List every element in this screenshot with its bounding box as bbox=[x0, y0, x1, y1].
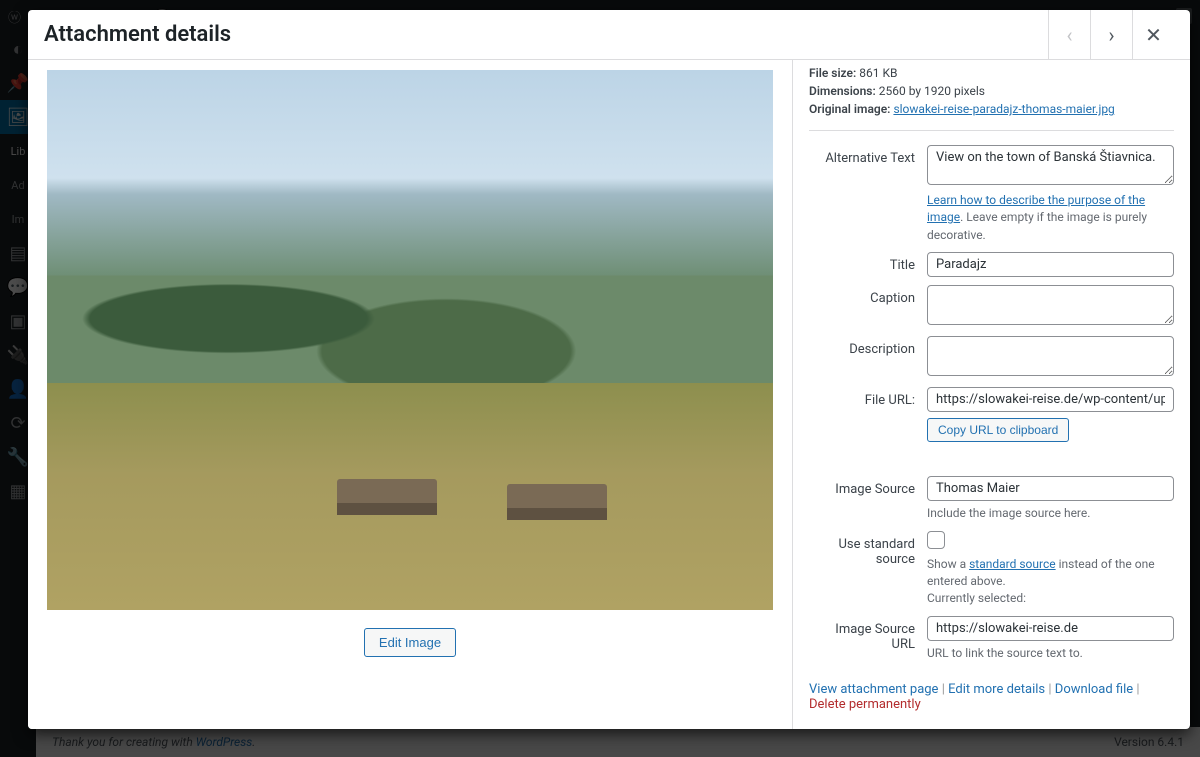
copy-url-button[interactable]: Copy URL to clipboard bbox=[927, 418, 1069, 442]
chevron-right-icon: › bbox=[1108, 23, 1114, 47]
image-source-input[interactable] bbox=[927, 476, 1174, 501]
view-attachment-link[interactable]: View attachment page bbox=[809, 682, 938, 697]
image-source-url-help: URL to link the source text to. bbox=[927, 645, 1174, 662]
bench-shape bbox=[507, 484, 607, 520]
description-label: Description bbox=[809, 336, 927, 357]
original-image-meta: Original image: slowakei-reise-paradajz-… bbox=[809, 100, 1174, 118]
file-url-input[interactable] bbox=[927, 387, 1174, 412]
bench-shape bbox=[337, 479, 437, 515]
standard-source-help: Show a standard source instead of the on… bbox=[927, 556, 1174, 608]
caption-label: Caption bbox=[809, 285, 927, 306]
caption-input[interactable] bbox=[927, 285, 1174, 325]
image-source-label: Image Source bbox=[809, 476, 927, 497]
attachment-details-pane: File size: 861 KB Dimensions: 2560 by 19… bbox=[792, 60, 1190, 729]
edit-more-details-link[interactable]: Edit more details bbox=[948, 682, 1045, 697]
alt-text-input[interactable]: View on the town of Banská Štiavnica. bbox=[927, 145, 1174, 185]
close-icon: ✕ bbox=[1145, 23, 1162, 47]
modal-title: Attachment details bbox=[44, 22, 1048, 47]
edit-image-button[interactable]: Edit Image bbox=[364, 628, 456, 657]
original-image-link[interactable]: slowakei-reise-paradajz-thomas-maier.jpg bbox=[893, 102, 1114, 116]
next-attachment-button[interactable]: › bbox=[1090, 10, 1132, 60]
image-source-url-input[interactable] bbox=[927, 616, 1174, 641]
title-label: Title bbox=[809, 252, 927, 273]
image-source-help: Include the image source here. bbox=[927, 505, 1174, 522]
alt-text-label: Alternative Text bbox=[809, 145, 927, 166]
attachment-action-links: View attachment page | Edit more details… bbox=[809, 682, 1174, 712]
download-file-link[interactable]: Download file bbox=[1055, 682, 1133, 697]
prev-attachment-button[interactable]: ‹ bbox=[1048, 10, 1090, 60]
attachment-preview-pane: Edit Image bbox=[28, 60, 792, 729]
attachment-preview-image bbox=[47, 70, 773, 610]
close-modal-button[interactable]: ✕ bbox=[1132, 10, 1174, 60]
file-url-label: File URL: bbox=[809, 387, 927, 408]
standard-source-checkbox[interactable] bbox=[927, 531, 945, 549]
standard-source-label: Use standard source bbox=[809, 531, 927, 567]
description-input[interactable] bbox=[927, 336, 1174, 376]
attachment-details-modal: Attachment details ‹ › ✕ Edit Image File… bbox=[28, 10, 1190, 729]
file-size-meta: File size: 861 KB bbox=[809, 64, 1174, 82]
alt-text-help: Learn how to describe the purpose of the… bbox=[927, 192, 1174, 244]
modal-header: Attachment details ‹ › ✕ bbox=[28, 10, 1190, 60]
standard-source-link[interactable]: standard source bbox=[969, 557, 1056, 571]
image-source-url-label: Image Source URL bbox=[809, 616, 927, 652]
title-input[interactable] bbox=[927, 252, 1174, 277]
chevron-left-icon: ‹ bbox=[1066, 23, 1072, 47]
delete-permanently-link[interactable]: Delete permanently bbox=[809, 697, 921, 712]
dimensions-meta: Dimensions: 2560 by 1920 pixels bbox=[809, 82, 1174, 100]
divider bbox=[809, 130, 1174, 131]
